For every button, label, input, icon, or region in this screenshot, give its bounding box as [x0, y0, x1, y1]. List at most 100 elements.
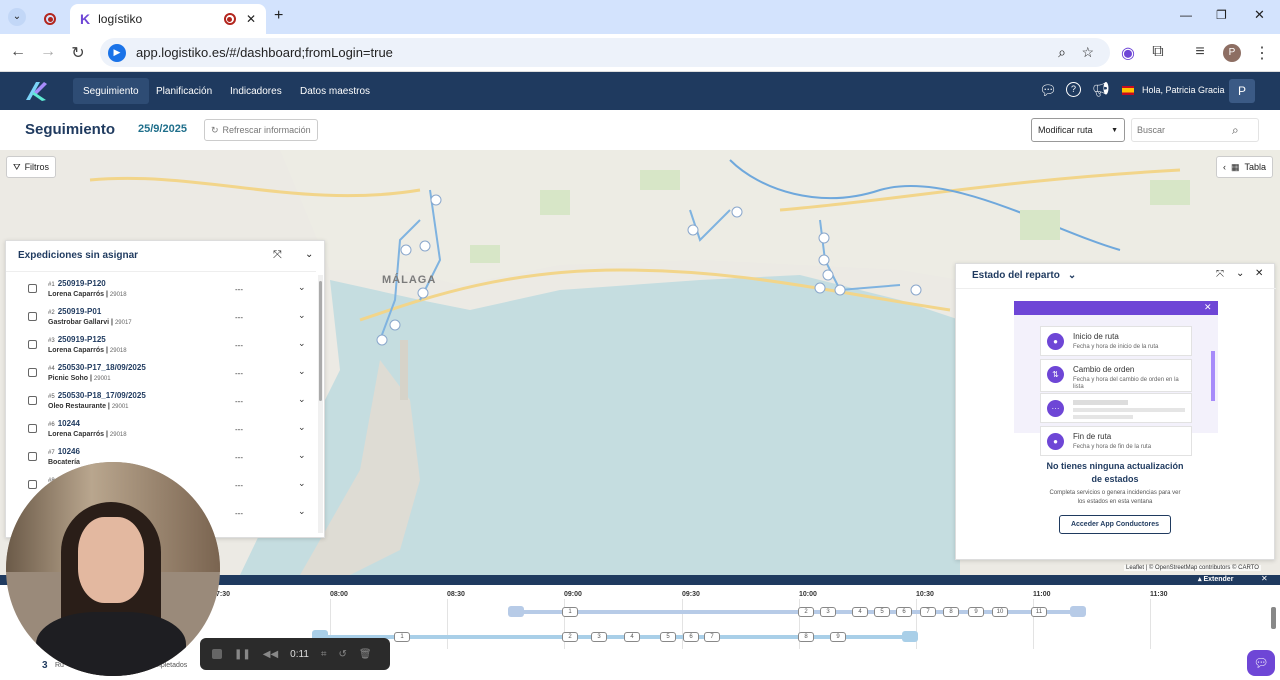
route-stop[interactable]: 4 — [852, 607, 868, 617]
chat-support-icon[interactable]: 💬︎ — [1247, 650, 1275, 676]
row-chevron-icon[interactable]: ⌄ — [298, 478, 306, 489]
extend-button[interactable]: ▴ Extender — [1198, 575, 1233, 583]
route-stop[interactable]: 3 — [591, 632, 607, 642]
expedition-row[interactable]: #4 250530-P17_18/09/2025 Picnic Soho | 29… — [6, 360, 316, 388]
route-stop[interactable]: 10 — [992, 607, 1008, 617]
driver-app-button[interactable]: Acceder App Conductores — [1059, 515, 1171, 534]
title-chevron-icon[interactable]: ⌄ — [1068, 270, 1076, 281]
row-checkbox[interactable] — [28, 312, 37, 321]
zoom-icon[interactable]: ⌕ — [1058, 44, 1066, 61]
stop-record-icon[interactable] — [212, 649, 222, 659]
tab-logistiko[interactable]: K logístiko ✕ — [70, 4, 266, 34]
collapse-chevron-icon[interactable]: ⌄ — [305, 249, 313, 260]
route-stop[interactable]: 2 — [562, 632, 578, 642]
dots-icon: ··· — [1047, 400, 1064, 417]
route-stop[interactable]: 8 — [943, 607, 959, 617]
url-field[interactable]: ▶ app.logistiko.es/#/dashboard;fromLogin… — [100, 38, 1110, 67]
grid-icon[interactable]: ⌗ — [321, 649, 327, 660]
route-stop[interactable]: 7 — [920, 607, 936, 617]
route-stop[interactable]: 9 — [830, 632, 846, 642]
route-stop[interactable]: 4 — [624, 632, 640, 642]
search-input[interactable] — [1132, 125, 1232, 135]
spain-flag-icon[interactable] — [1122, 86, 1134, 95]
nav-indicadores[interactable]: Indicadores — [220, 78, 292, 104]
collapse-chevron-icon[interactable]: ⌄ — [1236, 268, 1244, 279]
row-checkbox[interactable] — [28, 368, 37, 377]
nav-seguimiento[interactable]: Seguimiento — [73, 78, 149, 104]
route-stop[interactable]: 1 — [394, 632, 410, 642]
megaphone-icon[interactable]: 📢︎ — [1092, 81, 1110, 98]
route-stop[interactable]: 11 — [1031, 607, 1047, 617]
route-stop[interactable]: 2 — [798, 607, 814, 617]
trash-icon[interactable]: 🗑︎ — [359, 649, 372, 660]
refresh-button[interactable]: ↻ Refrescar información — [204, 119, 318, 141]
restart-icon[interactable]: ↺ — [339, 649, 347, 660]
route-stop[interactable]: 6 — [896, 607, 912, 617]
row-checkbox[interactable] — [28, 340, 37, 349]
expedition-row[interactable]: #3 250919-P125 Lorena Caparrós | 29018 --… — [6, 332, 316, 360]
route-stop[interactable]: 9 — [968, 607, 984, 617]
close-window-icon[interactable]: ✕ — [1254, 7, 1265, 23]
reload-icon[interactable]: ↻ — [68, 43, 88, 63]
extensions-icon[interactable]: ⧉ — [1148, 43, 1168, 61]
row-checkbox[interactable] — [28, 424, 37, 433]
row-chevron-icon[interactable]: ⌄ — [298, 422, 306, 433]
extension-badge-icon[interactable]: ◉ — [1118, 43, 1138, 63]
expand-icon[interactable]: ⤧ — [1216, 269, 1224, 280]
expand-icon[interactable]: ⤧ — [273, 249, 282, 262]
row-checkbox[interactable] — [28, 396, 37, 405]
route-stop[interactable]: 3 — [820, 607, 836, 617]
media-controls-icon[interactable]: ≡ — [1190, 43, 1210, 61]
modify-route-select[interactable]: Modificar ruta ▼ — [1031, 118, 1125, 142]
row-chevron-icon[interactable]: ⌄ — [298, 450, 306, 461]
tab-search-icon[interactable]: ⌄ — [8, 8, 26, 26]
nav-datos-maestros[interactable]: Datos maestros — [290, 78, 380, 104]
rewind-icon[interactable]: ◀◀ — [263, 649, 278, 660]
browser-menu-icon[interactable]: ⋮ — [1252, 43, 1272, 63]
row-chevron-icon[interactable]: ⌄ — [298, 310, 306, 321]
timeline-scrollbar[interactable] — [1271, 607, 1276, 629]
back-icon[interactable]: ← — [8, 43, 28, 61]
pin-icon: ● — [1047, 433, 1064, 450]
row-chevron-icon[interactable]: ⌄ — [298, 394, 306, 405]
row-chevron-icon[interactable]: ⌄ — [298, 366, 306, 377]
forward-icon[interactable]: → — [38, 43, 58, 61]
route-stop[interactable]: 7 — [704, 632, 720, 642]
filters-button[interactable]: ⛛ Filtros — [6, 156, 57, 178]
route-stop[interactable]: 1 — [562, 607, 578, 617]
scrollbar-thumb[interactable] — [319, 281, 322, 401]
row-chevron-icon[interactable]: ⌄ — [298, 506, 306, 517]
new-tab-icon[interactable]: + — [274, 7, 283, 25]
row-chevron-icon[interactable]: ⌄ — [298, 338, 306, 349]
route-stop[interactable]: 5 — [660, 632, 676, 642]
expedition-row[interactable]: #1 250919-P120 Lorena Caparrós | 29018 --… — [6, 276, 316, 304]
expedition-value: --- — [235, 481, 243, 490]
close-panel-icon[interactable]: ✕ — [1255, 268, 1263, 279]
tab-recording[interactable] — [34, 4, 70, 34]
row-checkbox[interactable] — [28, 284, 37, 293]
expedition-row[interactable]: #5 250530-P18_17/09/2025 Oleo Restaurante… — [6, 388, 316, 416]
timeline-close-icon[interactable]: ✕ — [1261, 574, 1268, 583]
route-stop[interactable]: 6 — [683, 632, 699, 642]
maximize-icon[interactable]: ❐ — [1216, 8, 1227, 22]
row-chevron-icon[interactable]: ⌄ — [298, 282, 306, 293]
route-stop[interactable]: 5 — [874, 607, 890, 617]
bookmark-star-icon[interactable]: ☆ — [1081, 44, 1094, 61]
minimize-icon[interactable]: — — [1180, 8, 1192, 22]
route-stop[interactable]: 8 — [798, 632, 814, 642]
close-tab-icon[interactable]: ✕ — [246, 12, 256, 26]
expedition-client: Lorena Caparrós | 29018 — [48, 431, 127, 438]
pause-icon[interactable]: ❚❚ — [234, 649, 251, 660]
profile-avatar[interactable]: P — [1223, 44, 1241, 62]
table-button[interactable]: ‹ ▦ Tabla — [1216, 156, 1274, 178]
search-box[interactable]: ⌕ — [1131, 118, 1259, 142]
logistiko-logo[interactable] — [24, 80, 48, 102]
expedition-row[interactable]: #6 10244 Lorena Caparrós | 29018 --- ⌄ — [6, 416, 316, 444]
row-checkbox[interactable] — [28, 452, 37, 461]
help-icon[interactable]: ? — [1066, 82, 1081, 97]
user-avatar[interactable]: P — [1229, 79, 1255, 103]
chat-icon[interactable]: 💬︎ — [1039, 82, 1057, 99]
expedition-row[interactable]: #2 250919-P01 Gastrobar Gallarvi | 29017 … — [6, 304, 316, 332]
nav-planificacion[interactable]: Planificación — [146, 78, 222, 104]
site-camera-icon[interactable]: ▶ — [108, 43, 126, 62]
